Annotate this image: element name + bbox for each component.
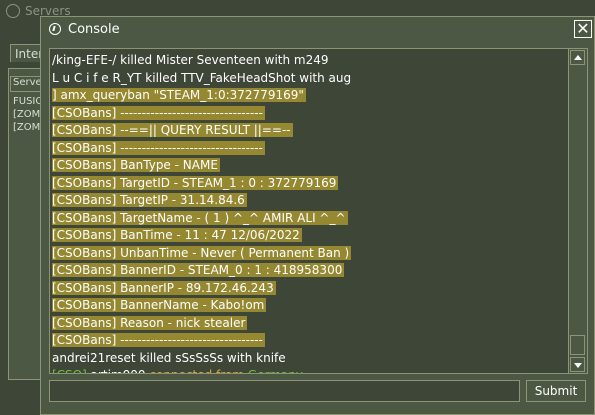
steam-icon (49, 23, 61, 35)
console-lines: /king-EFE-/ killed Mister Seventeen with… (52, 52, 567, 373)
connect-player: artim000 (91, 368, 146, 373)
connect-country: Germany (248, 368, 303, 373)
console-line-text: [CSOBans] BannerName - Kabo!om (52, 298, 267, 312)
console-line: [CSOBans] --==|| QUERY RESULT ||==-- (52, 122, 567, 140)
console-line: [CSOBans] TargetIP - 31.14.84.6 (52, 192, 567, 210)
steam-icon (6, 4, 20, 18)
server-list-row[interactable]: [ZOM (13, 109, 43, 120)
console-scrollbar[interactable] (568, 49, 587, 373)
console-line: andrei21reset killed sSsSsSs with knife (52, 350, 567, 368)
console-line-text: /king-EFE-/ killed Mister Seventeen with… (52, 53, 329, 67)
connect-text: connected from (149, 368, 244, 373)
server-list-row[interactable]: FUSIO (13, 96, 43, 107)
console-line-text: ] amx_queryban "STEAM_1:0:372779169" (52, 88, 306, 102)
console-line: [CSOBans] ------------------------------… (52, 140, 567, 158)
console-line-text: L u C i f e R_YT killed TTV_FakeHeadShot… (52, 70, 352, 85)
connect-tag: [CSO] (52, 368, 87, 373)
console-line-text: [CSOBans] ------------------------------… (52, 140, 265, 155)
console-line-connect: [CSO] artim000 connected from Germany (52, 367, 567, 373)
console-line: [CSOBans] BannerIP - 89.172.46.243 (52, 280, 567, 298)
console-line: [CSOBans] Reason - nick stealer (52, 315, 567, 333)
console-line-text: [CSOBans] TargetName - ( 1 ) ^_^ AMIR AL… (52, 210, 348, 225)
console-line: [CSOBans] BanType - NAME (52, 157, 567, 175)
console-line: ] amx_queryban "STEAM_1:0:372779169" (52, 87, 567, 105)
console-line-text: [CSOBans] ------------------------------… (52, 333, 265, 347)
console-title: Console (68, 22, 120, 37)
console-titlebar[interactable]: Console ✕ (41, 17, 594, 43)
console-line: [CSOBans] UnbanTime - Never ( Permanent … (52, 245, 567, 263)
submit-button[interactable]: Submit (526, 380, 586, 402)
console-line-text: [CSOBans] TargetID - STEAM_1 : 0 : 37277… (52, 175, 339, 190)
console-line: [CSOBans] ------------------------------… (52, 332, 567, 350)
console-line-text: [CSOBans] BannerID - STEAM_0 : 1 : 41895… (52, 263, 345, 277)
console-line: [CSOBans] TargetName - ( 1 ) ^_^ AMIR AL… (52, 210, 567, 228)
console-line-text: andrei21reset killed sSsSsSs with knife (52, 350, 286, 365)
console-line-text: [CSOBans] BanType - NAME (52, 158, 220, 172)
console-line: [CSOBans] ------------------------------… (52, 105, 567, 123)
console-line: [CSOBans] BanTime - 11 : 47 12/06/2022 (52, 227, 567, 245)
console-log: /king-EFE-/ killed Mister Seventeen with… (49, 48, 588, 374)
console-line: [CSOBans] TargetID - STEAM_1 : 0 : 37277… (52, 175, 567, 193)
console-command-input[interactable] (49, 380, 520, 402)
server-list-row[interactable]: [ZOM (13, 122, 43, 133)
console-line: [CSOBans] BannerID - STEAM_0 : 1 : 41895… (52, 262, 567, 280)
console-line-text: [CSOBans] --==|| QUERY RESULT ||==-- (52, 123, 293, 137)
console-line: /king-EFE-/ killed Mister Seventeen with… (52, 52, 567, 70)
console-line: L u C i f e R_YT killed TTV_FakeHeadShot… (52, 70, 567, 88)
console-line-text: [CSOBans] BannerIP - 89.172.46.243 (52, 280, 276, 295)
console-line-text: [CSOBans] Reason - nick stealer (52, 315, 248, 330)
close-button[interactable]: ✕ (574, 20, 592, 38)
console-line-text: [CSOBans] TargetIP - 31.14.84.6 (52, 193, 247, 207)
console-line: [CSOBans] BannerName - Kabo!om (52, 297, 567, 315)
console-line-text: [CSOBans] UnbanTime - Never ( Permanent … (52, 245, 352, 260)
console-line-text: [CSOBans] BanTime - 11 : 47 12/06/2022 (52, 228, 302, 242)
console-window: Console ✕ /king-EFE-/ killed Mister Seve… (40, 16, 595, 415)
scroll-up-button[interactable] (570, 50, 585, 65)
scrollbar-thumb[interactable] (570, 335, 585, 355)
console-line-text: [CSOBans] ------------------------------… (52, 105, 265, 120)
scroll-down-button[interactable] (570, 357, 585, 372)
